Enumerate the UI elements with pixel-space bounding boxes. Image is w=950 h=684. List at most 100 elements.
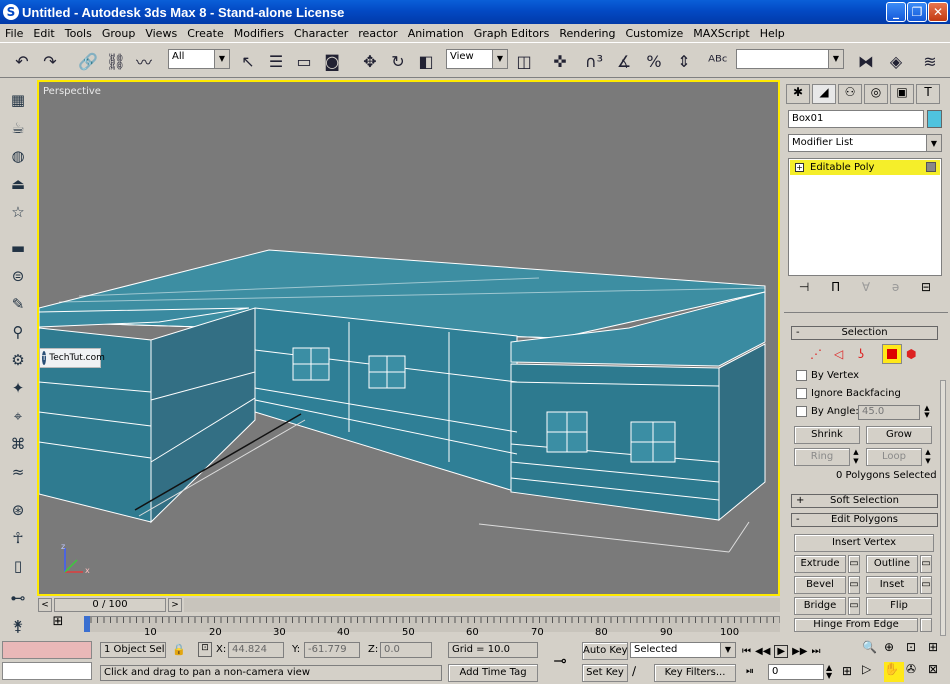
outline-settings-icon[interactable]: ▭ [920,555,932,573]
default-in-out-tangent-icon[interactable]: ∕ [632,664,636,678]
timeline-prev-button[interactable]: < [38,598,52,612]
pivot-center-icon[interactable]: ◫ [512,49,536,73]
redo-icon[interactable]: ↷ [38,49,62,73]
pin-stack-icon[interactable]: ⊣ [799,280,809,302]
create-tab-icon[interactable]: ✱ [786,84,810,104]
set-key-button[interactable]: Set Key [582,664,628,682]
y-coord-field[interactable]: -61.779 [304,642,360,658]
menu-rendering[interactable]: Rendering [554,27,620,40]
cone-icon[interactable]: ⏏ [6,172,30,196]
border-level-icon[interactable]: ʖ [858,347,878,361]
frame-spinner-icon[interactable]: ▲ ▼ [826,664,832,680]
biped-icon[interactable]: ☥ [6,526,30,550]
extrude-settings-icon[interactable]: ▭ [848,555,860,573]
menu-edit[interactable]: Edit [28,27,59,40]
remove-modifier-icon[interactable]: ə [892,280,899,302]
play-icon[interactable]: ▶ [774,644,789,658]
menu-character[interactable]: Character [289,27,353,40]
go-to-start-icon[interactable]: ⏮ [742,646,751,657]
edit-named-selection-icon[interactable]: ᴬᴮᶜ [706,49,730,73]
add-time-tag-button[interactable]: Add Time Tag [448,664,538,682]
menu-animation[interactable]: Animation [403,27,469,40]
menu-modifiers[interactable]: Modifiers [229,27,289,40]
reference-coordinate-dropdown[interactable]: View ▼ [446,49,508,69]
make-unique-icon[interactable]: ∀ [862,280,870,302]
maxscript-input-mini[interactable] [2,662,92,680]
polygon-level-icon[interactable] [882,344,902,364]
insert-vertex-button[interactable]: Insert Vertex [794,534,934,552]
hierarchy-tab-icon[interactable]: ⚇ [838,84,862,104]
absolute-mode-icon[interactable]: ⊡ [198,642,212,657]
key-mode-toggle-icon[interactable]: ⏯ [746,666,754,677]
menu-reactor[interactable]: reactor [353,27,402,40]
time-slider[interactable]: 0 / 100 [54,598,166,612]
field-of-view-icon[interactable]: ▷ [862,662,882,682]
light-icon[interactable]: ✦ [6,376,30,400]
select-and-manipulate-icon[interactable]: ✜ [548,49,572,73]
menu-create[interactable]: Create [182,27,229,40]
stack-toggle-icon[interactable] [926,162,936,172]
timeline-next-button[interactable]: > [168,598,182,612]
angle-spinner-arrows-icon[interactable]: ▲ ▼ [922,405,932,420]
time-indicator[interactable] [84,616,90,632]
menu-file[interactable]: File [0,27,28,40]
lathe-icon[interactable]: ⚲ [6,320,30,344]
auto-key-button[interactable]: Auto Key [582,642,628,660]
zoom-all-icon[interactable]: ⊕ [884,640,904,660]
menu-maxscript[interactable]: MAXScript [688,27,754,40]
inset-settings-icon[interactable]: ▭ [920,576,932,594]
go-to-end-icon[interactable]: ⏭ [811,646,820,657]
close-button[interactable]: ✕ [928,2,948,22]
maximize-button[interactable]: ❐ [907,2,927,22]
previous-frame-icon[interactable]: ◀◀ [755,646,770,657]
element-level-icon[interactable]: ⬢ [906,347,926,361]
brush-icon[interactable]: ✎ [6,292,30,316]
track-bar[interactable] [84,616,780,632]
gear-icon[interactable]: ⚙ [6,348,30,372]
extrude-button[interactable]: Extrude [794,555,846,573]
angle-spinner[interactable]: 45.0 [858,405,920,420]
stack-item-editable-poly[interactable]: + Editable Poly [790,160,940,175]
unlink-icon[interactable]: ⛓ [104,49,128,73]
zoom-icon[interactable]: 🔍 [862,640,882,660]
bevel-button[interactable]: Bevel [794,576,846,594]
lock-icon[interactable]: 🔒 [172,643,186,656]
undo-icon[interactable]: ↶ [10,49,34,73]
display-tab-icon[interactable]: ▣ [890,84,914,104]
selection-rollout-header[interactable]: - Selection [791,326,938,340]
ignore-backfacing-checkbox[interactable]: Ignore Backfacing [796,388,901,399]
vertex-level-icon[interactable]: ⋰ [810,347,830,361]
by-vertex-checkbox[interactable]: By Vertex [796,370,859,381]
outline-button[interactable]: Outline [866,555,918,573]
pan-icon[interactable]: ✋ [884,662,904,682]
motion-tab-icon[interactable]: ◎ [864,84,888,104]
edge-level-icon[interactable]: ◁ [834,347,854,361]
configure-modifier-sets-icon[interactable]: ⊟ [921,280,931,302]
ring-spinner-icon[interactable]: ▲ ▼ [851,448,861,466]
sphere-icon[interactable]: ◍ [6,144,30,168]
x-coord-field[interactable]: 44.824 [228,642,284,658]
loop-button[interactable]: Loop [866,448,922,466]
angle-snap-icon[interactable]: ∡ [612,49,636,73]
selection-filter-dropdown[interactable]: All ▼ [168,49,230,69]
zoom-extents-all-icon[interactable]: ⊞ [928,640,948,660]
select-object-icon[interactable]: ↖ [236,49,260,73]
key-mode-dropdown[interactable]: Selected ▼ [630,642,736,658]
box-icon[interactable]: ▬ [6,236,30,260]
camera-icon[interactable]: ⌖ [6,404,30,428]
zoom-extents-icon[interactable]: ⊡ [906,640,926,660]
cylinder-icon[interactable]: ⊜ [6,264,30,288]
menu-graph-editors[interactable]: Graph Editors [469,27,555,40]
next-frame-icon[interactable]: ▶▶ [792,646,807,657]
key-filters-button[interactable]: Key Filters... [654,664,736,682]
current-frame-field[interactable]: 0 [768,664,824,680]
teapot-icon[interactable]: ☕ [6,116,30,140]
object-name-field[interactable]: Box01 [788,110,924,128]
select-and-link-icon[interactable]: 🔗 [76,49,100,73]
expand-icon[interactable]: + [795,163,804,172]
shrink-button[interactable]: Shrink [794,426,860,444]
select-by-name-icon[interactable]: ☰ [264,49,288,73]
snaps-toggle-icon[interactable]: ∩³ [582,49,606,73]
bevel-settings-icon[interactable]: ▭ [848,576,860,594]
helper-icon[interactable]: ⌘ [6,432,30,456]
